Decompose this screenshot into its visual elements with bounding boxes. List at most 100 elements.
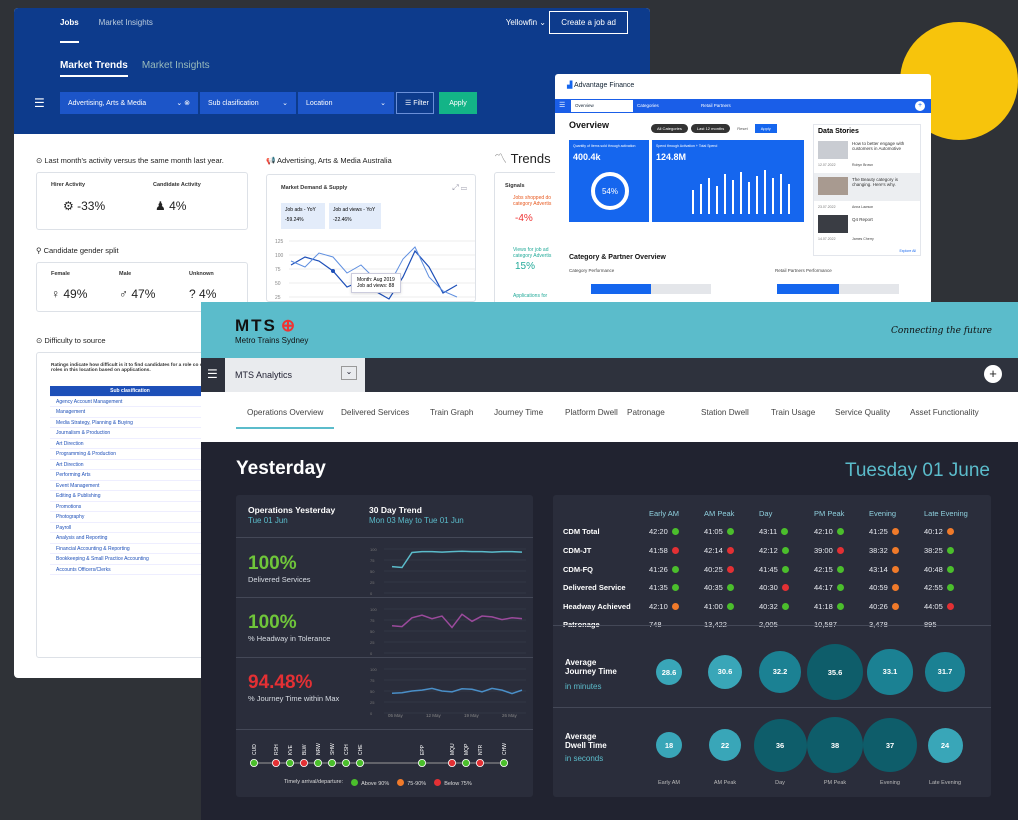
- tab-item[interactable]: Service Quality: [835, 408, 890, 417]
- filter-button[interactable]: ☰ Filter: [396, 92, 434, 114]
- table-cell: 43:11: [759, 523, 814, 542]
- finance-window: ▟ Advantage Finance ☰ Overview Categorie…: [555, 74, 931, 304]
- status-dot: [781, 528, 789, 536]
- create-job-ad-button[interactable]: Create a job ad: [549, 11, 628, 34]
- metric-journey-label: % Journey Time within Max: [248, 694, 340, 703]
- tab-market-trends[interactable]: Market Trends: [60, 60, 128, 77]
- nav-market-insights[interactable]: Market Insights: [99, 18, 153, 43]
- add-icon[interactable]: +: [915, 101, 925, 111]
- station-dot[interactable]: [447, 758, 456, 767]
- category-select[interactable]: Advertising, Arts & Media ⌄ ⊗: [60, 92, 198, 114]
- tab-item[interactable]: Asset Functionality: [910, 408, 979, 417]
- subclass-item[interactable]: Analysis and Reporting: [50, 533, 204, 544]
- ratings-note: Ratings indicate how difficult is it to …: [51, 363, 212, 373]
- subclass-item[interactable]: Performing Arts: [50, 470, 204, 481]
- tagline: Connecting the future: [891, 326, 992, 336]
- trend-sparklines: 100 75 50 25 0 100 75 50 25 0 100 75 50 25 0 05 May 12 M…: [370, 547, 526, 718]
- apply-button[interactable]: Apply: [439, 92, 477, 114]
- location-select[interactable]: Location ⌄: [298, 92, 394, 114]
- subclass-item[interactable]: Journalism & Production: [50, 428, 204, 439]
- reset-button[interactable]: Reset: [733, 124, 751, 133]
- station-dot[interactable]: [286, 758, 295, 767]
- station-dot[interactable]: [328, 758, 337, 767]
- subclass-item[interactable]: Photography: [50, 512, 204, 523]
- subclass-item[interactable]: Media Strategy, Planning & Buying: [50, 418, 204, 428]
- story-2-author: Anna Lawson: [852, 205, 874, 209]
- status-dot: [836, 602, 844, 610]
- subclass-item[interactable]: Editing & Publishing: [50, 491, 204, 502]
- subclass-item[interactable]: Promotions: [50, 502, 204, 512]
- tab-item[interactable]: Train Graph: [430, 408, 473, 417]
- subclass-item[interactable]: Art Direction: [50, 439, 204, 449]
- tab-item[interactable]: Patronage: [627, 408, 665, 417]
- mts-window: MTS ⊕ Metro Trains Sydney Connecting the …: [201, 302, 1018, 820]
- hover-point[interactable]: [331, 269, 335, 273]
- pill-period[interactable]: Last 12 months: [690, 124, 731, 133]
- hamburger-menu-icon[interactable]: ☰: [559, 101, 565, 109]
- column-header: Late Evening: [924, 508, 968, 518]
- nav-retail[interactable]: Retail Partners: [701, 103, 731, 108]
- user-menu[interactable]: Yellowfin ⌄: [506, 18, 546, 27]
- subclass-item[interactable]: Art Direction: [50, 460, 204, 470]
- status-dot: [946, 565, 954, 573]
- tab-item[interactable]: Platform Dwell: [565, 408, 618, 417]
- table-cell: 42:15: [814, 560, 869, 579]
- status-dot: [671, 602, 679, 610]
- story-2-title[interactable]: The Beauty category is changing. Here's …: [852, 177, 914, 187]
- tab-item[interactable]: Train Usage: [771, 408, 815, 417]
- subclass-item[interactable]: Management: [50, 407, 204, 418]
- subclass-item[interactable]: Payroll: [50, 523, 204, 533]
- analytics-select[interactable]: MTS Analytics ⌄: [225, 358, 365, 392]
- tab-item[interactable]: Station Dwell: [701, 408, 749, 417]
- pill-categories[interactable]: All Categories: [651, 124, 688, 133]
- location-placeholder: Location: [306, 99, 333, 107]
- story-1-title[interactable]: How to better engage with customers in A…: [852, 141, 918, 151]
- chevron-down-icon: ⌄: [380, 100, 386, 107]
- station-dot[interactable]: [417, 758, 426, 767]
- hamburger-menu-icon[interactable]: ☰: [207, 367, 218, 381]
- chart-icon[interactable]: ⤢ ▭: [452, 183, 467, 193]
- subclass-item[interactable]: Accounts Officers/Clerks: [50, 565, 204, 575]
- status-dot: [726, 565, 734, 573]
- subclass-item[interactable]: Bookkeeping & Small Practice Accounting: [50, 554, 204, 565]
- table-cell: 40:26: [869, 597, 924, 616]
- hamburger-menu-icon[interactable]: ☰: [34, 96, 45, 110]
- station-dot[interactable]: [271, 758, 280, 767]
- dwell-unit: in seconds: [565, 754, 604, 763]
- dwell-bubble: 22: [709, 729, 741, 761]
- trend-title: 30 Day Trend: [369, 505, 422, 515]
- station-dot[interactable]: [314, 758, 323, 767]
- station-dot[interactable]: [250, 758, 258, 767]
- legend-above: Above 90%: [351, 779, 389, 787]
- station-label: CHE: [358, 744, 364, 755]
- apply-button[interactable]: Apply: [754, 124, 777, 133]
- story-3-title[interactable]: Q4 Report: [852, 217, 873, 222]
- station-dot[interactable]: [342, 758, 351, 767]
- tab-item[interactable]: Operations Overview: [236, 408, 335, 429]
- station-dot[interactable]: [461, 758, 470, 767]
- nav-jobs[interactable]: Jobs: [60, 18, 79, 43]
- subclass-item[interactable]: Agency Account Management: [50, 397, 204, 407]
- subclass-item[interactable]: Financial Accounting & Reporting: [50, 544, 204, 554]
- tab-market-insights[interactable]: Market Insights: [142, 60, 210, 77]
- station-dot[interactable]: [475, 758, 484, 767]
- tab-item[interactable]: Delivered Services: [341, 408, 409, 417]
- candidate-value: ♟ 4%: [155, 199, 187, 213]
- table-cell: 41:05: [704, 523, 759, 542]
- subclass-header: Sub clasification: [50, 386, 204, 397]
- corner-cell: [563, 504, 649, 523]
- nav-overview[interactable]: Overview: [571, 100, 633, 112]
- explore-all-link[interactable]: Explore All: [899, 249, 916, 253]
- page-title: Yesterday: [236, 458, 326, 479]
- subclass-select[interactable]: Sub clasification ⌄: [200, 92, 296, 114]
- tab-item[interactable]: Journey Time: [494, 408, 543, 417]
- station-dot[interactable]: [499, 758, 508, 767]
- cell-value: 41:45: [759, 564, 778, 574]
- add-icon[interactable]: +: [984, 365, 1002, 383]
- subclass-item[interactable]: Programming & Production: [50, 449, 204, 460]
- status-dot: [891, 584, 899, 592]
- nav-categories[interactable]: Categories: [637, 103, 659, 108]
- station-dot[interactable]: [356, 758, 365, 767]
- subclass-item[interactable]: Event Management: [50, 481, 204, 491]
- station-dot[interactable]: [300, 758, 309, 767]
